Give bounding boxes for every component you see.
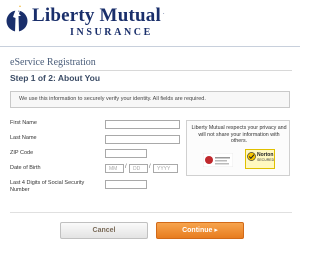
dob-day-placeholder: DD [133, 166, 141, 172]
site-header: Liberty Mutual . INSURANCE [0, 0, 300, 44]
zip-code-input[interactable] [105, 149, 147, 158]
trust-seal-icon[interactable] [203, 153, 233, 167]
first-name-label: First Name [10, 120, 37, 126]
continue-button[interactable]: Continue ▸ [156, 222, 244, 239]
dob-day-input[interactable]: DD [129, 164, 148, 173]
dob-month-input[interactable]: MM [105, 164, 124, 173]
brand-trademark: . [163, 10, 165, 16]
last-name-input[interactable] [105, 135, 180, 144]
ssn-label: Last 4 Digits of Social Security Number [10, 180, 85, 193]
zip-code-label: ZIP Code [10, 150, 34, 156]
privacy-notice: Liberty Mutual respects your privacy and… [186, 120, 290, 176]
page-title: eService Registration [10, 57, 96, 68]
header-divider [0, 46, 300, 47]
actions-divider [10, 212, 292, 213]
dob-separator: / [149, 164, 151, 170]
step-heading: Step 1 of 2: About You [10, 73, 101, 83]
dob-year-input[interactable]: YYYY [153, 164, 178, 173]
date-of-birth-label: Date of Birth [10, 165, 41, 171]
privacy-text: Liberty Mutual respects your privacy and… [191, 125, 287, 144]
last-name-label: Last Name [10, 135, 37, 141]
dob-separator: / [125, 164, 127, 170]
norton-secured-seal[interactable]: Norton SECURED [245, 149, 275, 169]
checkmark-icon [247, 152, 256, 161]
brand-subtitle: INSURANCE [70, 27, 153, 38]
ssn-last4-input[interactable] [105, 180, 147, 189]
title-divider [10, 70, 292, 71]
dob-year-placeholder: YYYY [157, 166, 171, 172]
first-name-input[interactable] [105, 120, 180, 129]
brand-name: Liberty Mutual [32, 5, 161, 26]
norton-sublabel: SECURED [257, 158, 275, 162]
cancel-button[interactable]: Cancel [60, 222, 148, 239]
statue-of-liberty-logo-icon [6, 5, 28, 32]
dob-month-placeholder: MM [109, 166, 118, 172]
info-text: We use this information to securely veri… [19, 96, 206, 102]
info-banner: We use this information to securely veri… [10, 91, 290, 108]
